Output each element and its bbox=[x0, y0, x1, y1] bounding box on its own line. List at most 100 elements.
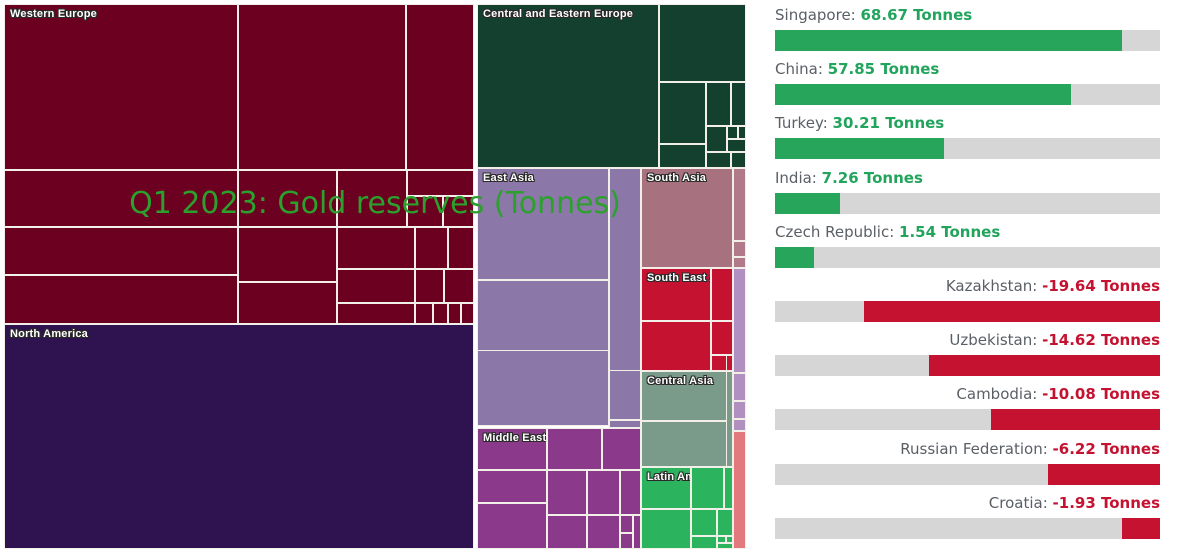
treemap-cell[interactable] bbox=[706, 126, 727, 152]
treemap-cell[interactable] bbox=[691, 536, 717, 549]
treemap-cell[interactable] bbox=[633, 515, 641, 549]
bar-track[interactable] bbox=[775, 138, 1160, 160]
bar-track[interactable] bbox=[775, 409, 1160, 431]
treemap-cell[interactable] bbox=[461, 303, 474, 324]
treemap-cell[interactable] bbox=[448, 303, 461, 324]
bar-track[interactable] bbox=[775, 300, 1160, 322]
treemap-cell[interactable] bbox=[733, 257, 746, 268]
treemap-cell[interactable] bbox=[238, 170, 337, 227]
treemap-cell-middle-east-north-africa[interactable]: Middle East & North Africa bbox=[477, 428, 547, 470]
treemap-cell[interactable] bbox=[406, 4, 474, 170]
bar-row[interactable]: Czech Republic: 1.54 Tonnes bbox=[775, 223, 1160, 277]
treemap-cell[interactable] bbox=[415, 227, 448, 269]
treemap-cell-south-east-asia[interactable]: South East Asia bbox=[641, 268, 711, 321]
bar-row[interactable]: Croatia: -1.93 Tonnes bbox=[775, 494, 1160, 548]
treemap-cell[interactable] bbox=[448, 227, 474, 269]
treemap-cell[interactable] bbox=[620, 515, 633, 533]
treemap-cell[interactable] bbox=[238, 282, 337, 324]
treemap-chart[interactable]: Western Europe North America Central and… bbox=[0, 0, 750, 553]
treemap-cell[interactable] bbox=[587, 515, 620, 549]
treemap-cell[interactable] bbox=[731, 82, 746, 126]
bar-track[interactable] bbox=[775, 463, 1160, 485]
treemap-cell[interactable] bbox=[337, 303, 415, 324]
treemap-cell[interactable] bbox=[609, 370, 641, 420]
bar-track[interactable] bbox=[775, 192, 1160, 214]
treemap-cell[interactable] bbox=[238, 227, 337, 282]
treemap-cell[interactable] bbox=[691, 467, 724, 509]
treemap-cell[interactable] bbox=[706, 152, 731, 168]
treemap-cell[interactable] bbox=[587, 470, 620, 515]
treemap-cell[interactable] bbox=[547, 515, 587, 549]
treemap-cell-east-asia[interactable]: East Asia bbox=[477, 168, 609, 280]
bar-row[interactable]: India: 7.26 Tonnes bbox=[775, 169, 1160, 223]
treemap-cell-central-eastern-europe[interactable]: Central and Eastern Europe bbox=[477, 4, 659, 168]
bar-row[interactable]: China: 57.85 Tonnes bbox=[775, 60, 1160, 114]
treemap-cell-latin-america[interactable]: Latin America ... bbox=[641, 467, 691, 509]
treemap-cell[interactable] bbox=[641, 321, 711, 371]
treemap-cell[interactable] bbox=[738, 126, 746, 139]
treemap-cell[interactable] bbox=[620, 533, 633, 549]
bar-track[interactable] bbox=[775, 246, 1160, 268]
treemap-cell[interactable] bbox=[711, 321, 733, 355]
treemap-cell[interactable] bbox=[4, 275, 238, 324]
treemap-cell[interactable] bbox=[726, 536, 733, 543]
bar-row[interactable]: Singapore: 68.67 Tonnes bbox=[775, 6, 1160, 60]
treemap-cell[interactable] bbox=[433, 303, 448, 324]
treemap-cell[interactable] bbox=[733, 419, 746, 431]
bar-track[interactable] bbox=[775, 30, 1160, 51]
treemap-cell[interactable] bbox=[727, 139, 746, 152]
bar-row[interactable]: Kazakhstan: -19.64 Tonnes bbox=[775, 277, 1160, 331]
treemap-cell[interactable] bbox=[337, 227, 415, 269]
bar-row[interactable]: Cambodia: -10.08 Tonnes bbox=[775, 385, 1160, 439]
treemap-cell[interactable] bbox=[733, 431, 746, 549]
treemap-cell[interactable] bbox=[724, 467, 733, 509]
treemap-cell[interactable] bbox=[443, 196, 474, 227]
bar-track[interactable] bbox=[775, 84, 1160, 106]
treemap-cell[interactable] bbox=[238, 4, 406, 170]
bar-track[interactable] bbox=[775, 517, 1160, 539]
treemap-cell[interactable] bbox=[706, 82, 731, 126]
treemap-cell[interactable] bbox=[717, 509, 733, 536]
treemap-cell[interactable] bbox=[727, 126, 738, 139]
treemap-cell[interactable] bbox=[691, 509, 717, 536]
treemap-cell[interactable] bbox=[547, 470, 587, 515]
treemap-cell-central-asia[interactable]: Central Asia bbox=[641, 371, 733, 421]
treemap-cell[interactable] bbox=[407, 170, 474, 196]
treemap-cell[interactable] bbox=[731, 152, 746, 168]
treemap-cell[interactable] bbox=[620, 470, 641, 515]
bar-row[interactable]: Uzbekistan: -14.62 Tonnes bbox=[775, 331, 1160, 385]
treemap-cell[interactable] bbox=[407, 196, 443, 227]
treemap-cell[interactable] bbox=[733, 401, 746, 419]
treemap-cell[interactable] bbox=[641, 509, 691, 549]
treemap-cell[interactable] bbox=[444, 269, 474, 303]
treemap-cell[interactable] bbox=[602, 428, 641, 470]
treemap-cell[interactable] bbox=[547, 428, 602, 470]
bar-row[interactable]: Turkey: 30.21 Tonnes bbox=[775, 114, 1160, 168]
treemap-cell[interactable] bbox=[4, 227, 238, 275]
treemap-cell[interactable] bbox=[726, 371, 733, 467]
treemap-cell[interactable] bbox=[415, 269, 444, 303]
treemap-cell[interactable] bbox=[733, 373, 746, 401]
treemap-cell[interactable] bbox=[477, 350, 609, 426]
treemap-cell[interactable] bbox=[711, 268, 733, 321]
treemap-cell[interactable] bbox=[415, 303, 433, 324]
treemap-cell[interactable] bbox=[337, 170, 407, 227]
treemap-cell[interactable] bbox=[477, 470, 547, 503]
treemap-cell-north-america[interactable]: North America bbox=[4, 324, 474, 549]
treemap-cell[interactable] bbox=[609, 420, 641, 428]
treemap-cell[interactable] bbox=[477, 503, 547, 549]
treemap-cell-south-asia[interactable]: South Asia bbox=[641, 168, 733, 268]
treemap-cell[interactable] bbox=[659, 82, 706, 144]
bar-row[interactable]: Russian Federation: -6.22 Tonnes bbox=[775, 440, 1160, 494]
treemap-cell[interactable] bbox=[726, 355, 733, 371]
treemap-cell[interactable] bbox=[659, 4, 746, 82]
treemap-cell[interactable] bbox=[733, 168, 746, 241]
treemap-cell[interactable] bbox=[717, 543, 733, 549]
treemap-cell[interactable] bbox=[641, 421, 733, 467]
treemap-cell[interactable] bbox=[337, 269, 415, 303]
treemap-cell[interactable] bbox=[733, 268, 746, 373]
bar-track[interactable] bbox=[775, 355, 1160, 377]
treemap-cell[interactable] bbox=[717, 536, 726, 543]
treemap-cell-western-europe[interactable]: Western Europe bbox=[4, 4, 238, 170]
treemap-cell[interactable] bbox=[733, 241, 746, 257]
